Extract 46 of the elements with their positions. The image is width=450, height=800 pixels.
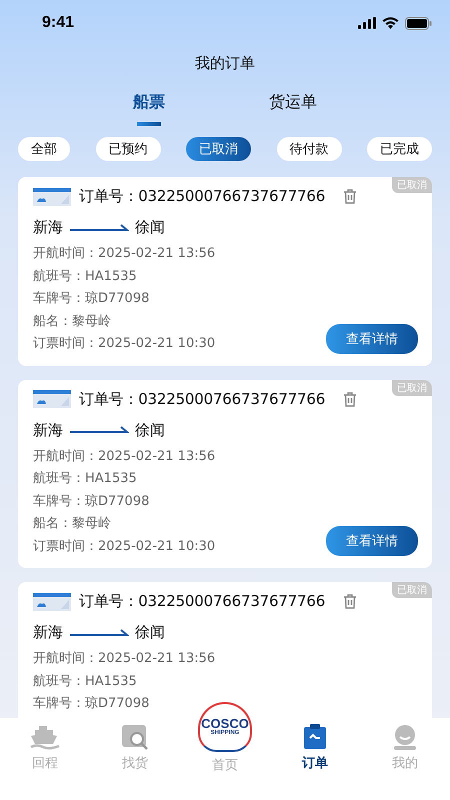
order-number: 订单号：03225000766737677766 bbox=[79, 187, 326, 206]
detail-text: 船名：黎母岭 bbox=[33, 515, 112, 533]
trash-icon[interactable] bbox=[343, 189, 358, 204]
photo-search-icon bbox=[121, 724, 149, 750]
clipboard-icon bbox=[303, 724, 327, 750]
arrival-port: 徐闻 bbox=[135, 218, 165, 237]
filter-chip[interactable]: 已预约 bbox=[96, 137, 160, 161]
detail-text: 车牌号：琼D77098 bbox=[33, 492, 150, 510]
detail-text: 航班号：HA1535 bbox=[33, 470, 138, 488]
filter-chip[interactable]: 待付款 bbox=[276, 137, 342, 161]
status-time: 9:41 bbox=[42, 14, 74, 32]
arrival-port: 徐闻 bbox=[135, 623, 165, 642]
battery-icon bbox=[405, 16, 432, 30]
departure-port: 新海 bbox=[33, 420, 63, 440]
page-title: 我的订单 bbox=[194, 54, 256, 73]
detail-text: 航班号：HA1535 bbox=[33, 268, 138, 286]
detail-text: 订票时间：2025-02-21 10:30 bbox=[33, 538, 216, 556]
trash-icon[interactable] bbox=[343, 392, 358, 406]
detail-text: 车牌号：琼D77098 bbox=[33, 290, 150, 308]
detail-text: 开航时间：2025-02-21 13:56 bbox=[33, 650, 216, 668]
signal-icon bbox=[358, 17, 376, 29]
detail-text: 航班号：HA1535 bbox=[33, 672, 138, 690]
detail-text: 开航时间：2025-02-21 13:56 bbox=[33, 448, 216, 466]
person-icon bbox=[392, 724, 418, 750]
ticket-icon bbox=[33, 188, 71, 206]
departure-port: 新海 bbox=[33, 218, 63, 237]
departure-port: 新海 bbox=[33, 623, 63, 642]
order-number: 订单号：03225000766737677766 bbox=[79, 390, 326, 408]
detail-text: 订票时间：2025-02-21 10:30 bbox=[33, 335, 216, 353]
filter-chip[interactable]: 已完成 bbox=[367, 137, 432, 161]
ticket-icon bbox=[33, 592, 71, 610]
ticket-icon bbox=[33, 390, 71, 408]
detail-text: 船名：黎母岭 bbox=[33, 312, 112, 330]
filter-chip[interactable]: 全部 bbox=[18, 137, 70, 161]
details-button[interactable]: 查看详情 bbox=[326, 324, 418, 354]
wifi-icon bbox=[382, 17, 399, 29]
details-button[interactable]: 查看详情 bbox=[326, 526, 418, 556]
tab[interactable]: 货运单 bbox=[269, 92, 317, 122]
arrival-port: 徐闻 bbox=[135, 420, 165, 440]
detail-text: 开航时间：2025-02-21 13:56 bbox=[33, 245, 216, 263]
nav-tab[interactable]: 订单 bbox=[280, 724, 350, 800]
order-number: 订单号：03225000766737677766 bbox=[79, 592, 326, 611]
detail-text: 车牌号：琼D77098 bbox=[33, 695, 150, 713]
trash-icon[interactable] bbox=[343, 594, 358, 609]
ship-icon bbox=[29, 724, 61, 750]
filter-chip[interactable]: 已取消 bbox=[186, 137, 251, 161]
